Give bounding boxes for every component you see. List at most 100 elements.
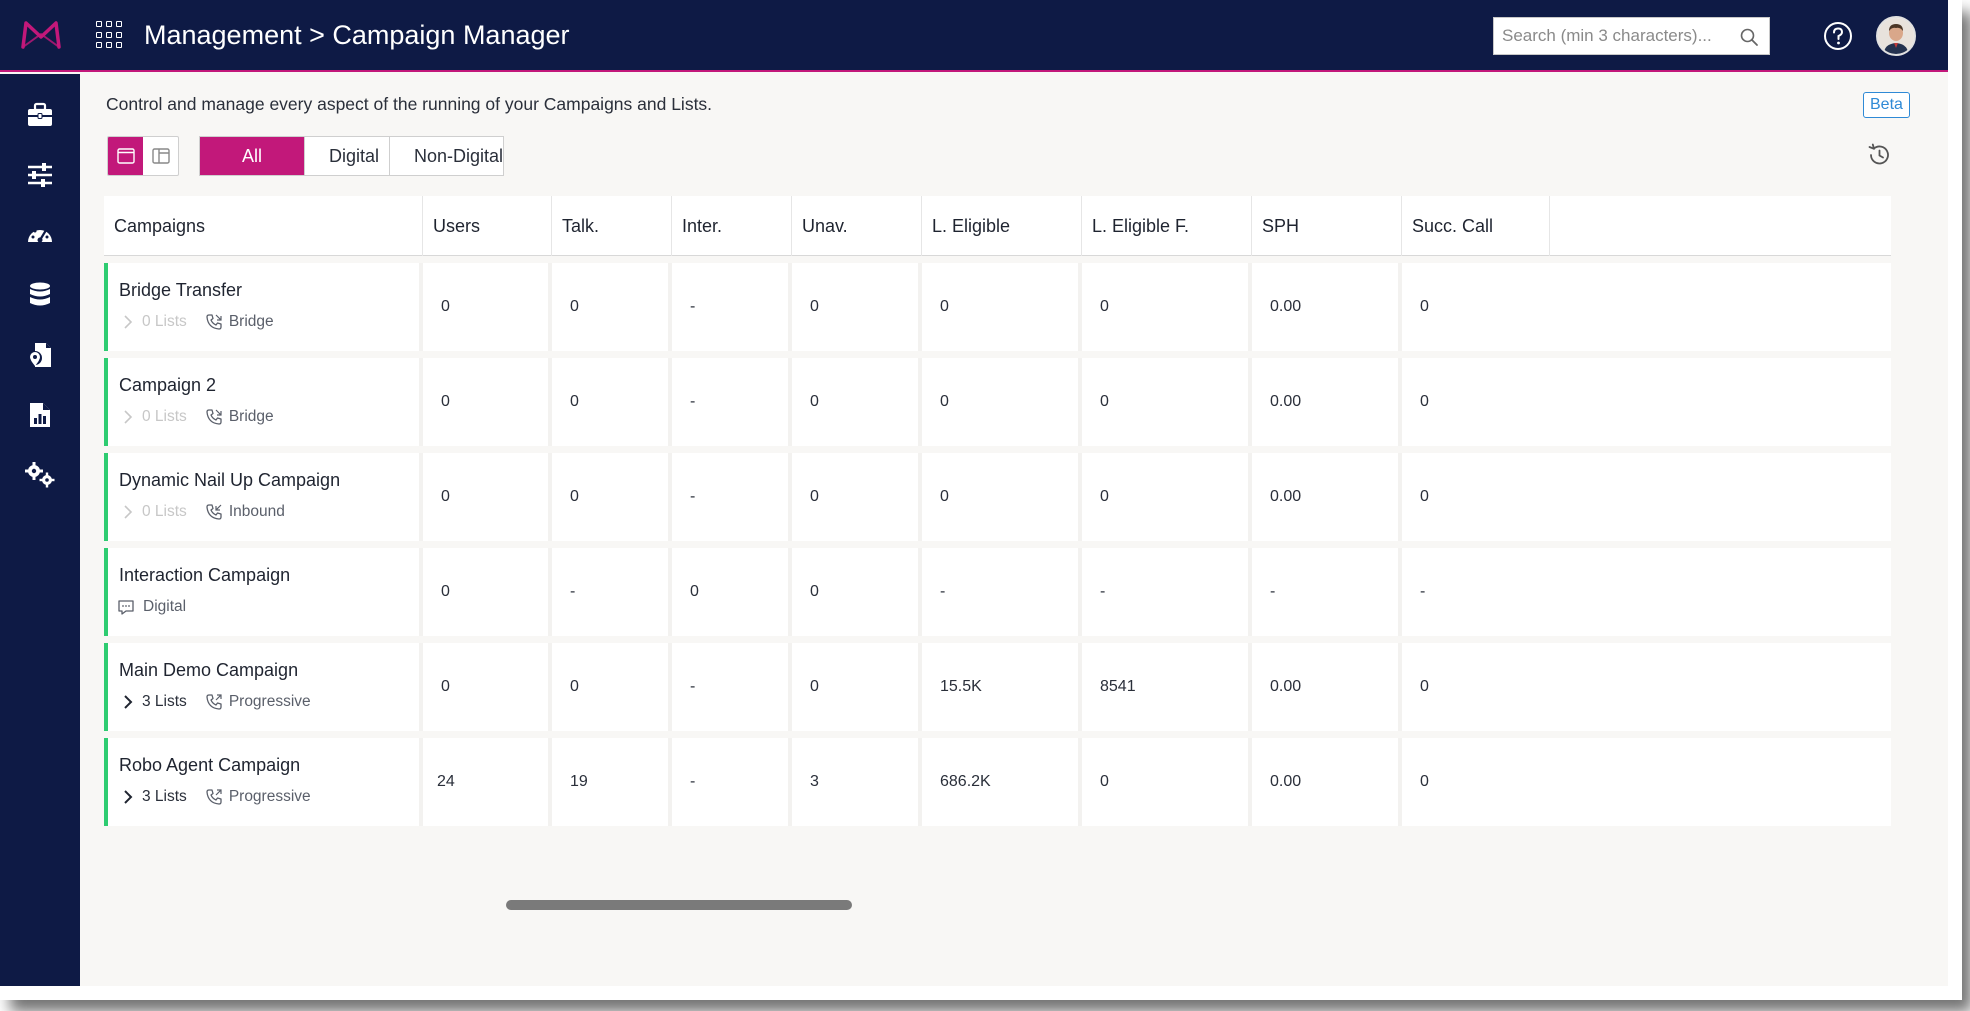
column-header-unav[interactable]: Unav. [792,196,922,256]
inter-cell: - [672,453,792,541]
history-icon[interactable] [1866,142,1892,168]
succ-call-cell: 0 [1420,393,1429,410]
campaign-name[interactable]: Robo Agent Campaign [119,754,300,776]
campaign-cell[interactable]: Campaign 2 0 Lists Bridge [104,358,423,446]
l-eligible-cell: - [922,548,1082,636]
campaign-cell[interactable]: Bridge Transfer 0 Lists Bridge [104,263,423,351]
l-eligible-cell: 686.2K [922,738,1082,826]
unav-cell: 0 [792,453,922,541]
l-eligible-f-cell: 0 [1082,263,1252,351]
l-eligible-cell: 0 [922,358,1082,446]
sidebar-item-reports[interactable] [0,387,80,443]
phone-outbound-icon [206,694,222,710]
document-location-icon [28,343,51,367]
column-header-l-eligible-f[interactable]: L. Eligible F. [1082,196,1252,256]
column-header-inter[interactable]: Inter. [672,196,792,256]
talk-cell: 0 [552,263,672,351]
sph-cell: - [1252,548,1402,636]
sidebar-item-management[interactable] [0,87,80,143]
card-view-button[interactable] [108,137,143,175]
campaign-name[interactable]: Campaign 2 [119,374,216,396]
help-icon[interactable] [1822,20,1854,52]
campaign-name[interactable]: Bridge Transfer [119,279,242,301]
table-row[interactable]: Bridge Transfer 0 Lists Bridge 0 0 - 0 0… [104,263,1891,351]
sliders-icon [28,163,52,187]
column-header-talk[interactable]: Talk. [552,196,672,256]
column-header-users[interactable]: Users [423,196,552,256]
campaign-cell[interactable]: Dynamic Nail Up Campaign 0 Lists Inbound [104,453,423,541]
inter-cell: - [672,643,792,731]
campaign-meta: 0 Lists Inbound [120,503,285,521]
lists-count[interactable]: 3 Lists [142,788,187,806]
talk-cell: 0 [552,643,672,731]
campaign-cell[interactable]: Interaction Campaign Digital [104,548,423,636]
campaign-name[interactable]: Dynamic Nail Up Campaign [119,469,340,491]
user-avatar[interactable] [1876,16,1916,56]
chevron-right-icon[interactable] [120,789,136,805]
l-eligible-cell: 0 [922,453,1082,541]
talk-cell: 19 [552,738,672,826]
succ-call-cell: 0 [1420,488,1429,505]
campaign-cell[interactable]: Robo Agent Campaign 3 Lists Progressive [104,738,423,826]
table-row[interactable]: Main Demo Campaign 3 Lists Progressive 0… [104,643,1891,731]
talk-cell: - [552,548,672,636]
campaign-type: Bridge [228,313,274,330]
succ-call-cell: 0 [1420,678,1429,695]
page-title: Management > Campaign Manager [144,19,570,50]
filter-non-digital-button[interactable]: Non-Digital [390,137,503,175]
sidebar-item-lists[interactable] [0,327,80,383]
campaign-cell[interactable]: Main Demo Campaign 3 Lists Progressive [104,643,423,731]
brand-logo[interactable] [0,0,82,71]
table-row[interactable]: Interaction Campaign Digital 0 - 0 0 - -… [104,548,1891,636]
campaign-meta[interactable]: 3 Lists Progressive [120,788,311,806]
campaign-meta: Digital [117,598,186,616]
campaign-meta: 0 Lists Bridge [120,313,274,331]
column-header-campaigns[interactable]: Campaigns [104,196,423,256]
horizontal-scrollbar[interactable] [506,900,852,910]
l-eligible-f-cell: 0 [1082,453,1252,541]
lists-count: 0 Lists [142,408,187,425]
lists-count[interactable]: 3 Lists [142,693,187,711]
sph-cell: 0.00 [1252,263,1402,351]
search-input[interactable] [1494,26,1724,46]
chat-bubble-icon [118,600,134,615]
sph-cell: 0.00 [1252,358,1402,446]
sidebar-item-dashboard[interactable] [0,207,80,263]
table-row[interactable]: Robo Agent Campaign 3 Lists Progressive … [104,738,1891,826]
sidebar [0,74,80,986]
sph-cell: 0.00 [1252,453,1402,541]
filter-digital-button[interactable]: Digital [305,137,390,175]
search-icon[interactable] [1739,27,1759,47]
app-grid-icon[interactable] [96,21,124,49]
global-search[interactable] [1493,17,1770,55]
sidebar-item-data[interactable] [0,267,80,323]
table-header: Campaigns Users Talk. Inter. Unav. L. El… [104,196,1891,256]
l-eligible-f-cell: 0 [1082,358,1252,446]
sidebar-item-admin[interactable] [0,447,80,503]
view-toggle [107,136,179,176]
lists-count: 0 Lists [142,503,187,520]
campaign-type: Progressive [228,788,311,805]
phone-inbound-icon [206,504,222,520]
column-header-succ-call[interactable]: Succ. Call [1402,196,1550,256]
split-view-button[interactable] [143,137,178,175]
filter-all-button[interactable]: All [200,137,305,175]
users-cell: 0 [423,548,552,636]
l-eligible-cell: 15.5K [922,643,1082,731]
talk-cell: 0 [552,358,672,446]
chevron-right-icon[interactable] [120,694,136,710]
sidebar-item-settings[interactable] [0,147,80,203]
user-avatar-icon [1878,18,1914,54]
column-header-sph[interactable]: SPH [1252,196,1402,256]
campaign-meta[interactable]: 3 Lists Progressive [120,693,311,711]
talk-cell: 0 [552,453,672,541]
campaign-name[interactable]: Main Demo Campaign [119,659,298,681]
users-cell: 24 [423,738,552,826]
succ-call-cell: 0 [1420,298,1429,315]
campaign-name[interactable]: Interaction Campaign [119,564,290,586]
table-row[interactable]: Dynamic Nail Up Campaign 0 Lists Inbound… [104,453,1891,541]
dashboard-gauge-icon [28,226,52,243]
top-bar: Management > Campaign Manager [0,0,1948,72]
column-header-l-eligible[interactable]: L. Eligible [922,196,1082,256]
table-row[interactable]: Campaign 2 0 Lists Bridge 0 0 - 0 0 0 0.… [104,358,1891,446]
